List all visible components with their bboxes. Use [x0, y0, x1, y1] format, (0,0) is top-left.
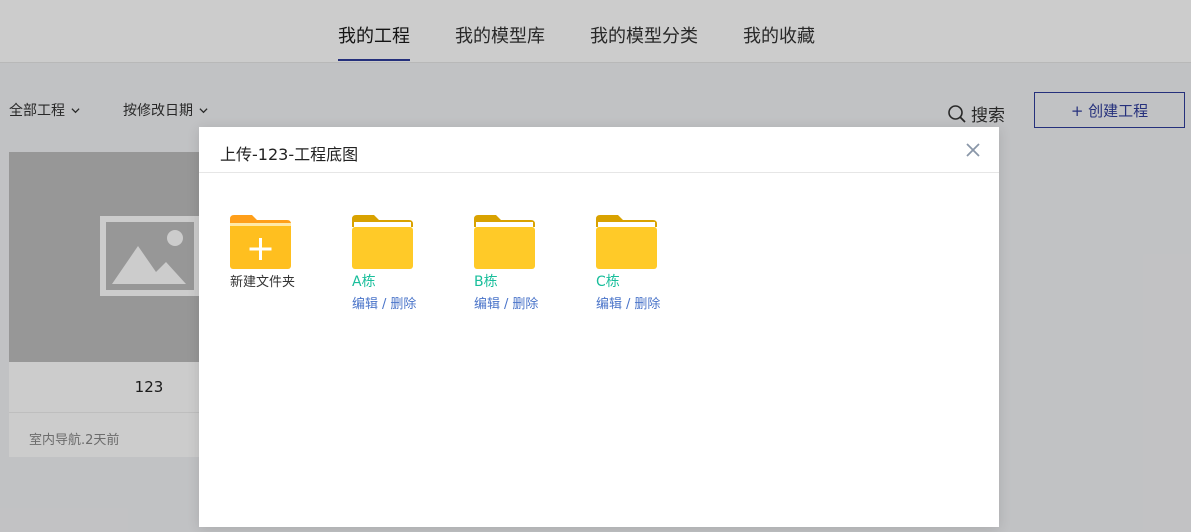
upload-base-map-dialog: 上传-123-工程底图 新建文件夹 A栋 编辑 / 删除 B栋 编辑 / 删除 …: [199, 127, 999, 527]
new-folder-tile[interactable]: 新建文件夹: [230, 213, 320, 290]
folder-name[interactable]: B栋: [474, 271, 564, 291]
delete-link[interactable]: 删除: [512, 297, 538, 312]
action-separator: /: [626, 297, 631, 312]
action-separator: /: [382, 297, 387, 312]
edit-link[interactable]: 编辑: [352, 297, 378, 312]
action-separator: /: [504, 297, 509, 312]
folder-actions: 编辑 / 删除: [352, 293, 442, 312]
dialog-title: 上传-123-工程底图: [220, 145, 359, 164]
folder-item[interactable]: C栋 编辑 / 删除: [596, 213, 686, 312]
delete-link[interactable]: 删除: [390, 297, 416, 312]
folder-icon: [596, 215, 657, 269]
edit-link[interactable]: 编辑: [596, 297, 622, 312]
folder-name[interactable]: C栋: [596, 271, 686, 291]
folder-actions: 编辑 / 删除: [596, 293, 686, 312]
folder-name[interactable]: A栋: [352, 271, 442, 291]
delete-link[interactable]: 删除: [634, 297, 660, 312]
folder-icon: [352, 215, 413, 269]
dialog-header: 上传-123-工程底图: [199, 127, 999, 173]
edit-link[interactable]: 编辑: [474, 297, 500, 312]
folder-icon: [474, 215, 535, 269]
new-folder-label: 新建文件夹: [230, 275, 296, 290]
close-icon[interactable]: [965, 142, 981, 158]
folder-add-icon: [230, 215, 291, 269]
folder-item[interactable]: B栋 编辑 / 删除: [474, 213, 564, 312]
folder-item[interactable]: A栋 编辑 / 删除: [352, 213, 442, 312]
folder-actions: 编辑 / 删除: [474, 293, 564, 312]
